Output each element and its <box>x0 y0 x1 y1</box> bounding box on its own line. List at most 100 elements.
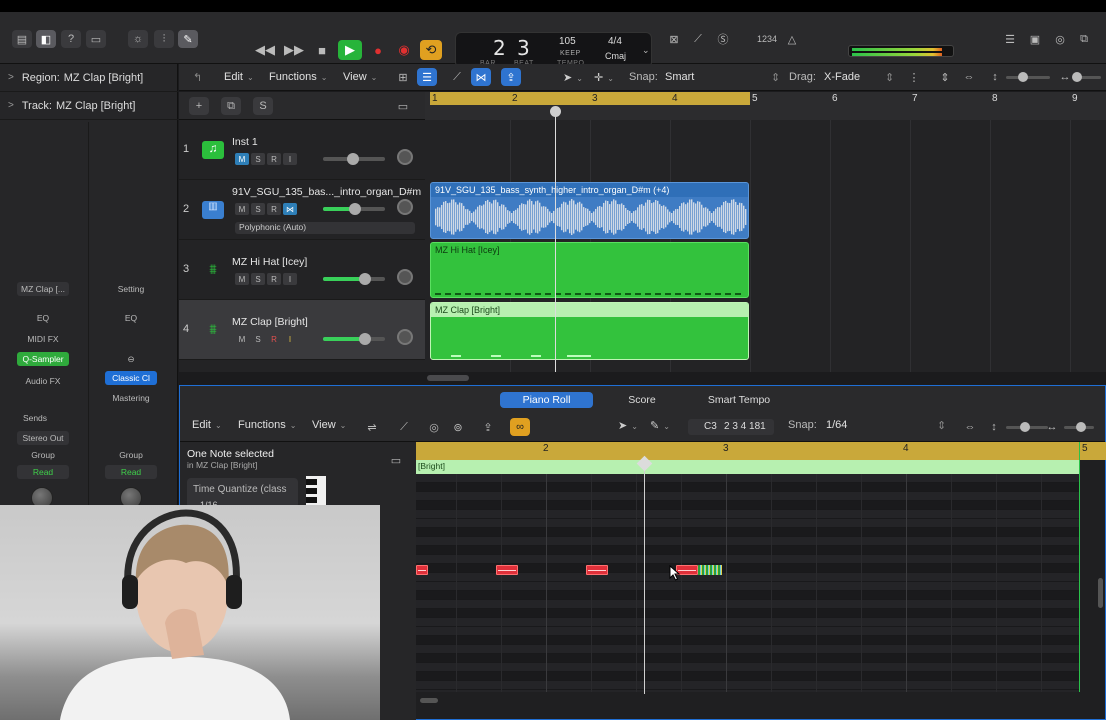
pointer-tool-icon[interactable]: ➤ ⌄ <box>563 71 583 84</box>
catch-icon[interactable]: ⇪ <box>478 418 498 436</box>
cmd-tool-icon[interactable]: ✛ ⌄ <box>594 71 614 84</box>
help-icon[interactable]: ? <box>61 30 81 48</box>
metronome-icon[interactable]: Ⓢ <box>713 30 733 48</box>
track-row[interactable]: 3 ⩩ MZ Hi Hat [Icey] M S R I <box>179 240 425 300</box>
track-name[interactable]: 91V_SGU_135_bas..._intro_organ_D#m <box>232 186 421 198</box>
track-row-selected[interactable]: 4 ⩩ MZ Clap [Bright] M S R I <box>179 300 425 360</box>
tracks-area[interactable]: 91V_SGU_135_bass_synth_higher_intro_orga… <box>425 120 1106 372</box>
editor-view-menu[interactable]: View ⌄ <box>312 419 346 431</box>
volume-fader[interactable] <box>323 203 385 215</box>
playhead-handle[interactable] <box>550 106 561 117</box>
library-icon[interactable]: ▤ <box>12 30 32 48</box>
horizontal-fit-icon[interactable]: ⇔ <box>960 418 980 436</box>
setting-slot[interactable]: Setting <box>105 282 157 296</box>
automation-mode-2[interactable]: Read <box>105 465 157 479</box>
region-inspector-header[interactable]: > Region: MZ Clap [Bright] <box>0 64 178 92</box>
link-icon[interactable]: ⊖ <box>120 352 142 366</box>
sends-slot[interactable]: Sends <box>17 411 53 425</box>
drag-select[interactable]: X-Fade <box>824 71 860 83</box>
pan-knob[interactable] <box>397 199 413 215</box>
vertical-zoom-slider[interactable] <box>1006 72 1050 82</box>
solo-button[interactable]: S <box>251 333 265 345</box>
editor-playhead[interactable] <box>644 462 645 694</box>
waveform-zoom-icon[interactable]: ⋮ <box>904 68 924 86</box>
back-icon[interactable]: ↰ <box>193 71 202 84</box>
midi-fx-slot[interactable]: MIDI FX <box>17 332 69 346</box>
list-view-icon[interactable]: ☰ <box>417 68 437 86</box>
link-icon[interactable]: ∞ <box>510 418 530 436</box>
track-row[interactable]: 2 ▥ 91V_SGU_135_bas..._intro_organ_D#m M… <box>179 180 425 240</box>
snap-select[interactable]: Smart <box>665 71 694 83</box>
track-inspector-header[interactable]: > Track: MZ Clap [Bright] <box>0 92 178 120</box>
toolbar-toggle-icon[interactable]: ▭ <box>86 30 106 48</box>
horizontal-scrollbar[interactable] <box>425 372 1106 384</box>
volume-fader[interactable] <box>323 153 385 165</box>
solo-button[interactable]: S <box>251 273 265 285</box>
horizontal-zoom-slider[interactable] <box>1064 422 1094 432</box>
flex-button[interactable]: ⋈ <box>283 203 297 215</box>
mute-button[interactable]: M <box>235 333 249 345</box>
pan-knob[interactable] <box>397 329 413 345</box>
audio-region[interactable]: 91V_SGU_135_bass_synth_higher_intro_orga… <box>430 182 749 239</box>
group-slot-2[interactable]: Group <box>105 448 157 462</box>
pan-knob[interactable] <box>397 149 413 165</box>
clap-region-selected[interactable]: MZ Clap [Bright] <box>430 302 749 360</box>
smart-controls-icon[interactable]: ☼ <box>128 30 148 48</box>
view-menu[interactable]: View ⌄ <box>343 71 377 83</box>
piano-roll-grid[interactable] <box>416 474 1080 692</box>
browser-icon[interactable]: ⧉ <box>1074 30 1094 48</box>
vertical-scrollbar[interactable] <box>1098 578 1103 608</box>
black-key[interactable] <box>306 497 317 503</box>
horizontal-fit-icon[interactable]: ⇔ <box>959 68 979 86</box>
automation-icon[interactable]: ⟋ <box>447 68 467 86</box>
plugin-slot[interactable]: Classic Cl <box>105 371 157 385</box>
editor-edit-menu[interactable]: Edit ⌄ <box>192 419 222 431</box>
solo-button[interactable]: S <box>251 153 265 165</box>
cycle-icon[interactable]: ⟲ <box>420 40 442 60</box>
group-slot[interactable]: Group <box>17 448 69 462</box>
playhead[interactable] <box>555 108 556 373</box>
inspector-toggle-icon[interactable]: ◧ <box>36 30 56 48</box>
midi-in-icon[interactable]: ⇌ <box>362 418 382 436</box>
add-track-button[interactable]: + <box>189 97 209 115</box>
track-header-filter-icon[interactable]: ▭ <box>393 97 413 115</box>
input-monitor-button[interactable]: I <box>283 153 297 165</box>
tab-piano-roll[interactable]: Piano Roll <box>500 392 593 408</box>
input-monitor-button[interactable]: I <box>283 273 297 285</box>
filter-icon[interactable]: ▭ <box>386 451 406 469</box>
horizontal-zoom-icon[interactable]: ↔ <box>1042 418 1062 436</box>
mastering-slot[interactable]: Mastering <box>105 391 157 405</box>
track-name[interactable]: MZ Clap [Bright] <box>232 316 308 328</box>
tab-score[interactable]: Score <box>618 392 666 408</box>
piano-roll-ruler[interactable] <box>416 442 1106 460</box>
mixer-icon[interactable]: ⫶ <box>154 30 174 48</box>
record-enable-button[interactable]: R <box>267 153 281 165</box>
duplicate-track-button[interactable]: ⧉ <box>221 97 241 115</box>
edit-menu[interactable]: Edit ⌄ <box>224 71 254 83</box>
pointer-tool-icon[interactable]: ➤ ⌄ <box>618 419 638 432</box>
functions-menu[interactable]: Functions ⌄ <box>269 71 327 83</box>
piano-roll-region-header[interactable]: [Bright] <box>416 460 1080 474</box>
list-editors-icon[interactable]: ☰ <box>1000 30 1020 48</box>
input-monitor-button[interactable]: I <box>283 333 297 345</box>
mute-button[interactable]: M <box>235 273 249 285</box>
global-solo-button[interactable]: S <box>253 97 273 115</box>
collapse-icon[interactable]: ⊚ <box>448 418 468 436</box>
midi-note[interactable] <box>586 565 608 575</box>
channel-strip-name[interactable]: MZ Clap [... <box>17 282 69 296</box>
forward-icon[interactable]: ▶▶ <box>284 41 304 59</box>
horizontal-zoom-slider[interactable] <box>1072 72 1101 82</box>
eq-slot-2[interactable]: EQ <box>105 311 157 325</box>
cycle-area[interactable] <box>430 92 750 105</box>
editors-icon[interactable]: ✎ <box>178 30 198 48</box>
grid-view-icon[interactable]: ⊞ <box>393 68 413 86</box>
flex-mode-select[interactable]: Polyphonic (Auto) <box>235 222 415 234</box>
flex-icon[interactable]: ⋈ <box>471 68 491 86</box>
stop-icon[interactable]: ■ <box>313 41 331 59</box>
instrument-slot[interactable]: Q-Sampler <box>17 352 69 366</box>
vertical-zoom-icon[interactable]: ↕ <box>984 418 1004 436</box>
editor-horizontal-scrollbar[interactable] <box>420 698 438 703</box>
lcd-display[interactable]: 2 3 BAR BEAT 105 KEEP TEMPO 4/4 Cmaj ⌄ <box>455 32 652 68</box>
lcd-chevron-down-icon[interactable]: ⌄ <box>642 45 650 56</box>
mute-button[interactable]: M <box>235 203 249 215</box>
